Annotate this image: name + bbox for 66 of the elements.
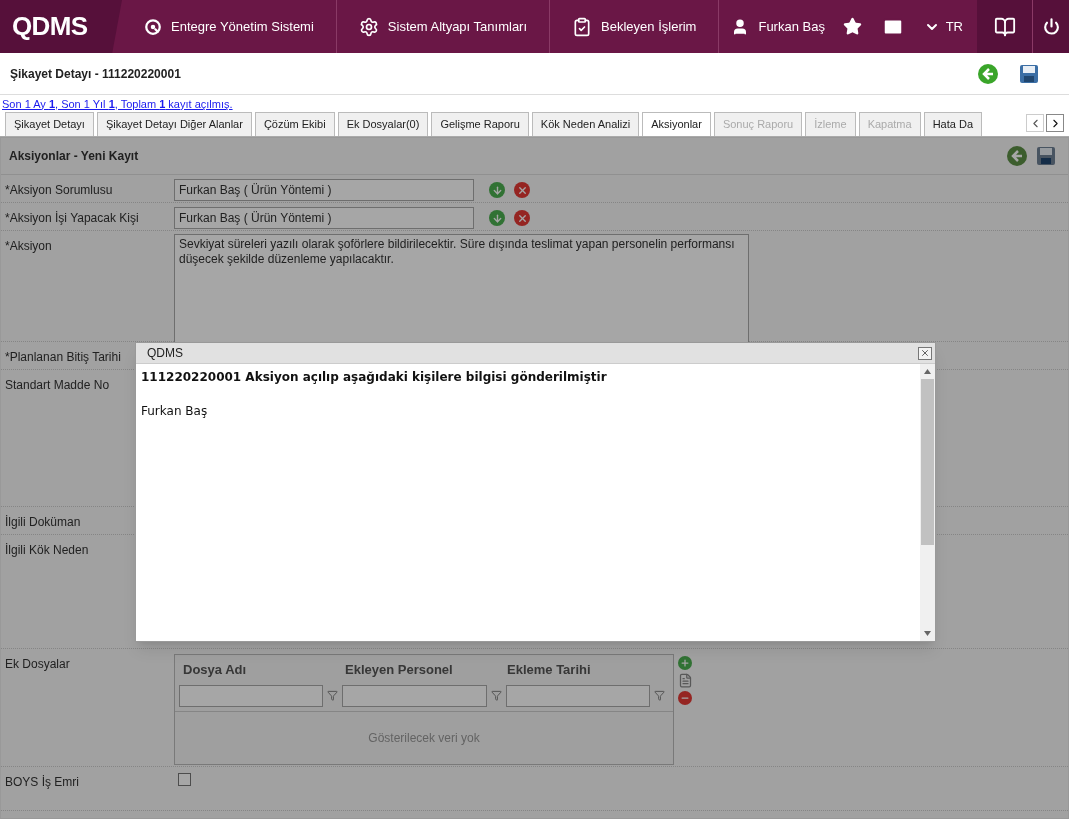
clipboard-icon — [572, 16, 593, 37]
manual-icon[interactable] — [993, 15, 1016, 38]
close-button[interactable] — [918, 346, 932, 360]
scroll-left-button[interactable] — [1026, 114, 1044, 132]
dialog-title: QDMS — [147, 345, 183, 362]
save-icon[interactable] — [1036, 146, 1056, 166]
scroll-up-icon[interactable] — [924, 369, 931, 374]
user-menu[interactable]: Furkan Baş — [719, 0, 837, 53]
select-icon[interactable] — [489, 182, 505, 198]
field-label: İlgili Kök Neden — [5, 543, 89, 557]
settings-icon — [358, 16, 379, 37]
column-header[interactable]: Ekleyen Personel — [343, 660, 505, 680]
column-header[interactable]: Dosya Adı — [181, 660, 343, 680]
tab[interactable]: Ek Dosyalar(0) — [337, 112, 429, 136]
visit-summary-link[interactable]: Son 1 Ay 1, Son 1 Yıl 1, Toplam 1 kayıt açılmış. — [2, 95, 233, 113]
scrollbar[interactable] — [920, 364, 935, 641]
nav-item[interactable]: Bekleyen İşlerim — [550, 0, 720, 53]
clear-icon[interactable] — [514, 210, 530, 226]
filter-input[interactable] — [342, 684, 487, 707]
q-circle-icon — [144, 17, 162, 36]
filter-icon[interactable] — [327, 690, 339, 701]
back-icon[interactable] — [977, 62, 999, 85]
tab[interactable]: Kök Neden Analizi — [531, 112, 640, 136]
tab[interactable]: Şikayet Detayı — [5, 112, 94, 136]
select-icon[interactable] — [489, 210, 505, 226]
nav-item[interactable]: Entegre Yönetim Sistemi — [122, 0, 337, 53]
close-icon — [920, 348, 930, 358]
dialog-message: 111220220001 Aksiyon açılıp aşağıdaki kişilere bilgisi gönderilmiştir — [141, 369, 608, 386]
field-label: Ek Dosyalar — [5, 657, 70, 671]
column-header[interactable]: Ekleme Tarihi — [505, 660, 667, 680]
recipient-name: Furkan Baş — [141, 403, 209, 420]
document-icon[interactable] — [678, 673, 693, 688]
form-title: Aksiyonlar - Yeni Kayıt — [9, 148, 139, 165]
action-textarea[interactable]: Sevkiyat süreleri yazılı olarak şoförlere bildirilecektir. Süre dışında teslimat yapan personelin performansı düşecek şekilde düzenleme yapılacaktır. — [174, 234, 749, 344]
remove-icon[interactable] — [678, 691, 692, 705]
person-field[interactable]: Furkan Baş ( Ürün Yöntemi ) — [174, 207, 474, 229]
page-title: Şikayet Detayı - 111220220001 — [10, 65, 181, 83]
empty-message: Gösterilecek veri yok — [368, 729, 480, 747]
favorites-icon[interactable] — [842, 17, 862, 36]
filter-icon[interactable] — [654, 690, 665, 701]
filter-input[interactable] — [179, 684, 324, 707]
scroll-right-button[interactable] — [1046, 114, 1064, 132]
back-icon[interactable] — [1006, 145, 1028, 167]
person-field[interactable]: Furkan Baş ( Ürün Yöntemi ) — [174, 179, 474, 201]
scroll-down-icon[interactable] — [924, 631, 931, 636]
tab[interactable]: Aksiyonlar — [642, 112, 711, 136]
tab[interactable]: Şikayet Detayı Diğer Alanlar — [96, 112, 252, 136]
tab[interactable]: Hata Da — [923, 112, 982, 136]
field-label: *Aksiyon Sorumlusu — [5, 183, 113, 197]
filter-icon[interactable] — [490, 690, 502, 701]
add-icon[interactable] — [678, 656, 692, 670]
checkbox[interactable] — [178, 773, 191, 786]
logout-icon[interactable] — [1042, 18, 1060, 35]
tab[interactable]: Gelişme Raporu — [431, 112, 529, 136]
tab[interactable]: Çözüm Ekibi — [254, 112, 335, 136]
field-label: Standart Madde No — [5, 378, 110, 392]
language-select[interactable]: TR — [923, 16, 963, 37]
field-label: *Aksiyon — [5, 239, 52, 253]
filter-input[interactable] — [505, 684, 650, 707]
field-label: *Planlanan Bitiş Tarihi — [5, 350, 121, 364]
field-label: İlgili Doküman — [5, 515, 81, 529]
field-label: BOYS İş Emri — [5, 775, 79, 789]
field-label: *Aksiyon İşi Yapacak Kişi — [5, 211, 139, 225]
save-icon[interactable] — [1019, 63, 1039, 84]
nav-item[interactable]: Sistem Altyapı Tanımları — [336, 0, 551, 53]
clear-icon[interactable] — [514, 182, 530, 198]
